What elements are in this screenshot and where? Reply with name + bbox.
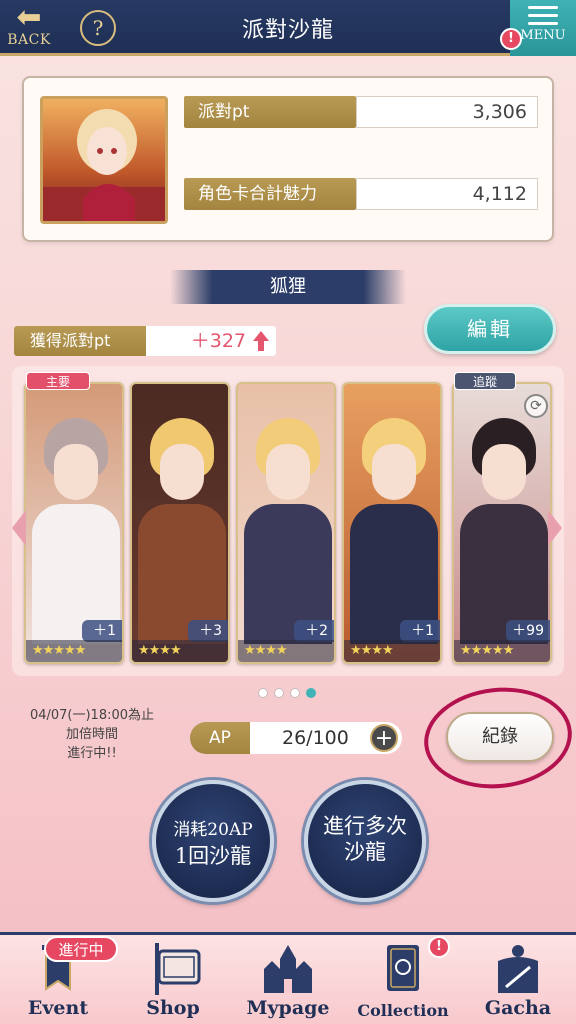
card-plus-level: ＋2 [294,620,334,642]
menu-button[interactable]: MENU [510,0,576,56]
card-rarity-stars: ★★★★ [132,640,228,662]
main-card-tag: 主要 [26,372,90,390]
swap-icon[interactable]: ⟳ [524,394,548,418]
card-book-icon [387,945,419,991]
ap-label: AP [190,722,250,754]
gain-value: ＋327 [146,326,276,356]
castle-icon [264,945,312,993]
event-in-progress-tag: 進行中 [44,936,118,962]
charm-row: 角色卡合計魅力 4,112 [184,178,538,210]
collection-notification-badge: ! [428,936,450,958]
character-card[interactable]: ＋1 ★★★★ [342,382,442,664]
card-rarity-stars: ★★★★ [238,640,334,662]
bonus-label: 加倍時間 [65,727,118,742]
follow-card-tag: 追蹤 [454,372,516,390]
card-rarity-stars: ★★★★★ [26,640,122,662]
nav-event-label: Event [27,997,89,1019]
menu-notification-badge: ! [500,28,522,50]
shop-sign-icon [155,943,201,995]
card-portrait-face [482,444,526,500]
party-pt-value: 3,306 [356,96,538,128]
party-pt-label: 派對pt [184,96,356,128]
character-card[interactable]: ＋3 ★★★★ [130,382,230,664]
avatar-portrait-icon [43,99,165,221]
gain-value-text: ＋327 [190,330,246,352]
card-plus-level: ＋1 [400,620,440,642]
card-rarity-stars: ★★★★★ [454,640,550,662]
header-bar: ⬅ BACK ? 派對沙龍 MENU ! [0,0,576,56]
character-card[interactable]: ＋1 ★★★★★ [24,382,124,664]
avatar[interactable] [40,96,168,224]
nav-mypage-label: Mypage [246,997,330,1019]
charm-value: 4,112 [356,178,538,210]
gacha-crest-icon [498,945,538,993]
party-pt-row: 派對pt 3,306 [184,96,538,128]
single-salon-label: 1回沙龍 [174,844,252,868]
bonus-status: 進行中!! [67,746,117,761]
single-salon-button[interactable]: 消耗20AP 1回沙龍 [152,780,274,902]
edit-button[interactable]: 編輯 [424,304,556,354]
carousel-next-icon[interactable] [548,510,562,546]
character-card[interactable]: ＋2 ★★★★ [236,382,336,664]
gain-party-pt-row: 獲得派對pt ＋327 [14,326,276,356]
page-dot[interactable] [274,688,284,698]
ap-row: AP 26/100 + [190,722,402,754]
card-portrait-face [372,444,416,500]
character-card[interactable]: ＋99 ★★★★★ [452,382,552,664]
page-dot[interactable] [290,688,300,698]
carousel-prev-icon[interactable] [12,510,26,546]
card-plus-level: ＋1 [82,620,122,642]
nav-collection-label: Collection [357,1001,449,1020]
charm-label: 角色卡合計魅力 [184,178,356,210]
nav-shop-label: Shop [146,997,200,1019]
character-name-banner: 狐狸 [170,270,406,304]
page-indicator [258,688,322,700]
page-dot-active[interactable] [306,688,316,698]
ap-add-button[interactable]: + [370,724,398,752]
nav-mypage[interactable]: Mypage [233,935,343,1024]
card-portrait-face [266,444,310,500]
bonus-deadline: 04/07(一)18:00為止 [29,708,155,723]
up-arrow-icon [253,331,269,351]
gain-label: 獲得派對pt [14,326,146,356]
card-rarity-stars: ★★★★ [344,640,440,662]
bonus-time-note: 04/07(一)18:00為止 加倍時間 進行中!! [12,706,172,763]
multi-salon-line2: 沙龍 [344,840,386,864]
single-salon-cost: 消耗20AP [173,820,253,840]
nav-gacha-label: Gacha [484,997,552,1019]
menu-icon [528,6,558,25]
multi-salon-button[interactable]: 進行多次 沙龍 [304,780,426,902]
card-portrait-face [54,444,98,500]
card-plus-level: ＋99 [506,620,550,642]
nav-shop[interactable]: Shop [118,935,228,1024]
card-carousel: ＋1 ★★★★★ ＋3 ★★★★ ＋2 ★★★★ ＋1 ★★★★ ＋99 ★★★… [12,366,564,676]
stats-panel: 派對pt 3,306 角色卡合計魅力 4,112 [22,76,554,242]
card-portrait-face [160,444,204,500]
nav-gacha[interactable]: Gacha [463,935,573,1024]
card-plus-level: ＋3 [188,620,228,642]
record-button[interactable]: 紀錄 [446,712,554,762]
page-dot[interactable] [258,688,268,698]
page-title: 派對沙龍 [241,18,334,43]
multi-salon-line1: 進行多次 [323,814,407,838]
